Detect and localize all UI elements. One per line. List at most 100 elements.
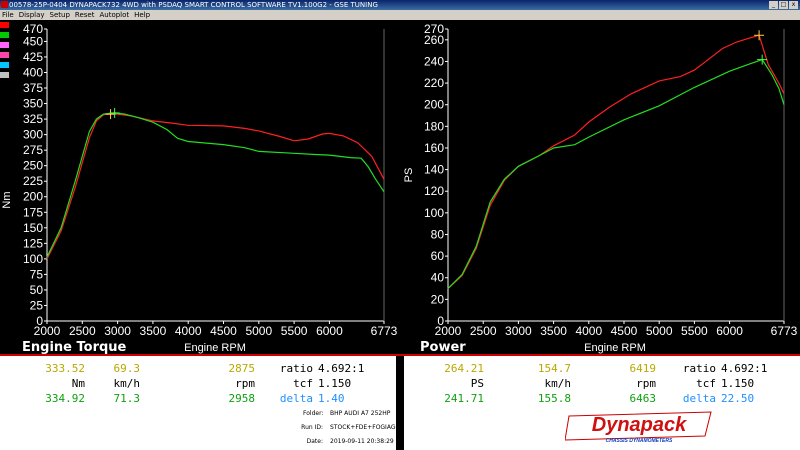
x-tick-label: 4000 xyxy=(575,324,602,338)
power-tcf-value: 1.150 xyxy=(721,377,755,390)
date-label: Date: xyxy=(306,438,323,445)
y-tick-label: 50 xyxy=(30,283,44,297)
power-unit-rpm: rpm xyxy=(636,377,656,390)
y-tick-label: 450 xyxy=(23,34,43,48)
y-tick-label: 375 xyxy=(23,81,43,95)
power-ratio-label: ratio xyxy=(682,362,716,375)
power-ratio-value: 4.692:1 xyxy=(721,362,768,375)
date-value: 2019-09-11 20:38:29 xyxy=(330,438,394,445)
power-delta-label: delta xyxy=(682,392,716,405)
power-section-label: Power xyxy=(420,340,466,355)
y-tick-label: 425 xyxy=(23,50,43,64)
x-tick-label: 3500 xyxy=(140,324,167,338)
x-tick-label: 6000 xyxy=(316,324,343,338)
series-line-0 xyxy=(46,113,385,260)
y-tick-label: 350 xyxy=(23,97,43,111)
maximize-button[interactable]: □ xyxy=(779,1,788,9)
folder-label: Folder: xyxy=(303,410,324,417)
torque-ratio-value: 4.692:1 xyxy=(318,362,365,375)
x-tick-label: 2000 xyxy=(435,324,462,338)
y-tick-label: 470 xyxy=(23,22,43,36)
y-tick-label: 140 xyxy=(424,163,444,177)
x-tick-label: 5000 xyxy=(245,324,272,338)
series-line-1 xyxy=(447,58,785,290)
power-unit-ps: PS xyxy=(470,377,484,390)
y-tick-label: 270 xyxy=(424,22,444,36)
power-unit-speed: km/h xyxy=(544,377,572,390)
x-tick-label: 4000 xyxy=(175,324,202,338)
dynapack-logo: Dynapack CHASSIS DYNAMOMETERS xyxy=(564,410,715,444)
power-run2-rpm: 6463 xyxy=(629,392,657,405)
y-tick-label: 150 xyxy=(23,221,43,235)
torque-unit-nm: Nm xyxy=(71,377,85,390)
y-tick-label: 400 xyxy=(23,65,43,79)
y-tick-label: 60 xyxy=(431,249,445,263)
y-tick-label: 100 xyxy=(424,206,444,220)
folder-value: BHP AUDI A7 252HP xyxy=(330,410,391,417)
y-tick-label: 240 xyxy=(424,54,444,68)
y-tick-label: 120 xyxy=(424,184,444,198)
x-tick-label: 6773 xyxy=(371,324,398,338)
torque-unit-rpm: rpm xyxy=(235,377,255,390)
y-tick-label: 200 xyxy=(424,98,444,112)
x-tick-label: 5500 xyxy=(681,324,708,338)
menu-display[interactable]: Display xyxy=(17,10,48,20)
window-title: 00578-25P-0404 DYNAPACK732 4WD with PSDA… xyxy=(9,1,378,9)
y-tick-label: 40 xyxy=(431,271,445,285)
x-tick-label: 6773 xyxy=(771,324,798,338)
y-tick-label: 125 xyxy=(23,236,43,250)
torque-chart[interactable]: 0255075100125150175200225250275300325350… xyxy=(23,22,398,338)
x-tick-label: 2000 xyxy=(34,324,61,338)
menu-file[interactable]: File xyxy=(0,10,17,20)
menu-help[interactable]: Help xyxy=(132,10,153,20)
y-tick-label: 160 xyxy=(424,141,444,155)
torque-run1-rpm: 2875 xyxy=(228,362,256,375)
x-tick-label: 3000 xyxy=(505,324,532,338)
x-tick-label: 5500 xyxy=(281,324,308,338)
menu-setup[interactable]: Setup xyxy=(48,10,73,20)
power-chart[interactable]: 0204060801001201401601802002202402602702… xyxy=(424,22,798,338)
menu-reset[interactable]: Reset xyxy=(73,10,98,20)
torque-ratio-label: ratio xyxy=(279,362,313,375)
close-button[interactable]: x xyxy=(789,1,798,9)
torque-run1-speed: 69.3 xyxy=(113,362,141,375)
y-tick-label: 300 xyxy=(23,128,43,142)
dynapack-logo-graphic: Dynapack CHASSIS DYNAMOMETERS xyxy=(564,411,712,444)
torque-run2-nm: 334.92 xyxy=(45,392,85,405)
menu-autoplot[interactable]: Autoplot xyxy=(97,10,132,20)
y-tick-label: 275 xyxy=(23,143,43,157)
y-tick-label: 25 xyxy=(30,298,44,312)
power-ylabel: PS xyxy=(403,168,415,183)
y-tick-label: 100 xyxy=(23,252,43,266)
minimize-button[interactable]: _ xyxy=(769,1,778,9)
y-tick-label: 80 xyxy=(431,227,445,241)
x-tick-label: 5000 xyxy=(646,324,673,338)
power-run2-ps: 241.71 xyxy=(444,392,484,405)
torque-delta-value: 1.40 xyxy=(318,392,345,405)
y-tick-label: 250 xyxy=(23,159,43,173)
series-line-0 xyxy=(447,34,785,290)
y-tick-label: 180 xyxy=(424,119,444,133)
x-tick-label: 6000 xyxy=(716,324,743,338)
power-run1-ps: 264.21 xyxy=(444,362,484,375)
app-icon xyxy=(1,1,8,8)
x-tick-label: 3000 xyxy=(104,324,131,338)
power-tcf-label: tcf xyxy=(696,377,716,390)
torque-tcf-value: 1.150 xyxy=(318,377,352,390)
torque-tcf-label: tcf xyxy=(293,377,313,390)
run-id-label: Run ID: xyxy=(301,424,323,431)
torque-run2-rpm: 2958 xyxy=(228,392,256,405)
y-tick-label: 225 xyxy=(23,174,43,188)
x-tick-label: 3500 xyxy=(540,324,567,338)
y-tick-label: 325 xyxy=(23,112,43,126)
torque-run1-nm: 333.52 xyxy=(45,362,85,375)
y-tick-label: 175 xyxy=(23,205,43,219)
run-id-value: STOCK+FDE+FOGIAGO xyxy=(330,424,401,431)
torque-xlabel: Engine RPM xyxy=(184,342,246,354)
power-run2-speed: 155.8 xyxy=(537,392,571,405)
y-tick-label: 75 xyxy=(30,267,44,281)
y-tick-label: 220 xyxy=(424,76,444,90)
torque-delta-label: delta xyxy=(279,392,313,405)
torque-run2-speed: 71.3 xyxy=(113,392,141,405)
power-xlabel: Engine RPM xyxy=(584,342,646,354)
